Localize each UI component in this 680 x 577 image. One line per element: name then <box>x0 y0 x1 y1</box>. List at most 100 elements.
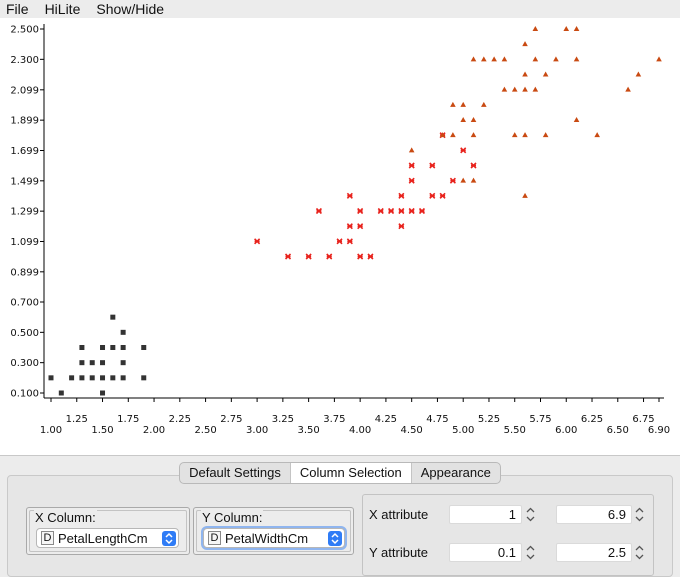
menu-file[interactable]: File <box>0 0 37 18</box>
scatter-plot[interactable]: 2.500 2.300 2.099 1.899 1.699 1.499 1.299 1.099… <box>0 18 680 456</box>
data-point-triangle <box>594 132 600 138</box>
tab-default-settings[interactable]: Default Settings <box>180 463 291 483</box>
x-tick-label: 6.25 <box>581 414 603 425</box>
y-tick-label: 0.300 <box>10 358 39 369</box>
data-point-x <box>254 238 261 245</box>
data-point-square <box>89 360 95 366</box>
data-point-x <box>315 207 322 215</box>
x-tick-label: 4.00 <box>349 425 371 436</box>
x-column-label: X Column: <box>34 510 97 525</box>
data-point-x <box>398 223 405 230</box>
data-point-triangle <box>460 177 467 183</box>
data-point-triangle <box>573 117 580 122</box>
data-point-x <box>449 177 456 184</box>
tab-group: Default Settings Column Selection Appear… <box>179 462 501 484</box>
x-tick-label: 2.25 <box>169 414 191 425</box>
data-point-triangle <box>522 192 528 198</box>
data-point-triangle <box>563 26 570 31</box>
data-point-x <box>418 207 426 215</box>
data-point-triangle <box>511 132 518 138</box>
data-point-triangle <box>542 132 549 138</box>
double-type-icon: D <box>208 531 221 545</box>
data-point-x <box>305 253 312 260</box>
x-column-group: X Column: D PetalLengthCm <box>26 507 190 555</box>
x-tick-label: 1.25 <box>66 414 88 425</box>
menu-hilite[interactable]: HiLite <box>37 0 89 18</box>
data-point-square <box>100 345 106 350</box>
data-point-square <box>48 375 54 381</box>
data-point-x <box>284 253 292 260</box>
y-column-value: PetalWidthCm <box>225 530 309 546</box>
x-tick-label: 4.75 <box>426 414 448 425</box>
y-attribute-max-input[interactable]: 2.5 <box>556 543 632 562</box>
x-tick-label: 2.50 <box>194 425 216 436</box>
x-tick-label: 6.90 <box>648 425 670 436</box>
x-min-stepper-icon[interactable] <box>525 505 536 524</box>
data-point-x <box>408 162 415 169</box>
data-point-square <box>79 360 85 366</box>
data-point-triangle <box>522 132 528 138</box>
tab-appearance[interactable]: Appearance <box>412 463 500 483</box>
data-point-x <box>398 192 405 199</box>
data-point-square <box>120 329 126 335</box>
y-tick-label: 1.699 <box>10 146 39 157</box>
data-point-x <box>346 192 353 199</box>
data-point-x <box>346 223 353 230</box>
dropdown-arrows-icon <box>162 531 176 546</box>
data-point-square <box>100 360 106 366</box>
data-point-triangle <box>501 56 508 62</box>
dropdown-arrows-icon <box>328 531 342 546</box>
data-point-square <box>58 390 64 396</box>
data-point-x <box>336 238 343 245</box>
y-min-stepper-icon[interactable] <box>525 543 536 562</box>
tab-column-selection[interactable]: Column Selection <box>290 463 412 483</box>
data-point-triangle <box>481 56 487 62</box>
data-point-square <box>120 345 126 350</box>
x-tick-label: 3.75 <box>323 414 345 425</box>
data-point-triangle <box>501 86 508 92</box>
data-point-triangle <box>522 86 528 92</box>
x-tick-label: 6.75 <box>632 414 654 425</box>
x-tick-label: 3.50 <box>297 425 319 436</box>
data-point-triangle <box>450 132 456 138</box>
x-attribute-max-input[interactable]: 6.9 <box>556 505 632 524</box>
x-tick-label: 3.00 <box>246 425 268 436</box>
y-tick-label: 2.500 <box>10 25 39 36</box>
data-point-x <box>357 207 364 215</box>
data-point-square <box>69 375 75 381</box>
y-attribute-label: Y attribute <box>369 545 429 560</box>
y-tick-label: 1.299 <box>10 207 39 218</box>
menu-show-hide[interactable]: Show/Hide <box>88 0 172 18</box>
data-point-triangle <box>573 26 580 31</box>
y-tick-label: 0.100 <box>10 389 39 400</box>
data-point-triangle <box>460 117 467 122</box>
double-type-icon: D <box>41 531 54 545</box>
data-point-x <box>429 192 436 199</box>
data-point-x <box>377 207 384 215</box>
x-attribute-min-input[interactable]: 1 <box>449 505 522 524</box>
x-column-select[interactable]: D PetalLengthCm <box>36 528 179 548</box>
y-tick-label: 0.500 <box>10 328 39 339</box>
y-max-stepper-icon[interactable] <box>634 543 645 562</box>
data-point-triangle <box>522 71 528 77</box>
y-column-label: Y Column: <box>201 510 264 525</box>
x-max-stepper-icon[interactable] <box>634 505 645 524</box>
y-column-select[interactable]: D PetalWidthCm <box>203 528 345 548</box>
data-point-triangle <box>511 86 518 92</box>
x-tick-label: 2.00 <box>143 425 165 436</box>
y-attribute-min-input[interactable]: 0.1 <box>449 543 522 562</box>
data-point-square <box>100 390 106 396</box>
y-column-group: Y Column: D PetalWidthCm <box>193 507 354 555</box>
data-point-x <box>326 253 333 260</box>
y-tick-label: 1.499 <box>10 176 39 187</box>
data-point-square <box>79 345 85 350</box>
tab-bar: Default Settings Column Selection Appear… <box>0 462 680 484</box>
x-tick-label: 2.75 <box>220 414 242 425</box>
data-point-triangle <box>532 56 539 62</box>
data-point-triangle <box>522 41 528 47</box>
data-point-x <box>346 238 353 245</box>
data-point-triangle <box>532 26 539 31</box>
data-point-triangle <box>635 71 642 77</box>
x-tick-label: 5.50 <box>504 425 526 436</box>
scatter-plot-svg: 2.500 2.300 2.099 1.899 1.699 1.499 1.299 1.099… <box>10 24 670 436</box>
